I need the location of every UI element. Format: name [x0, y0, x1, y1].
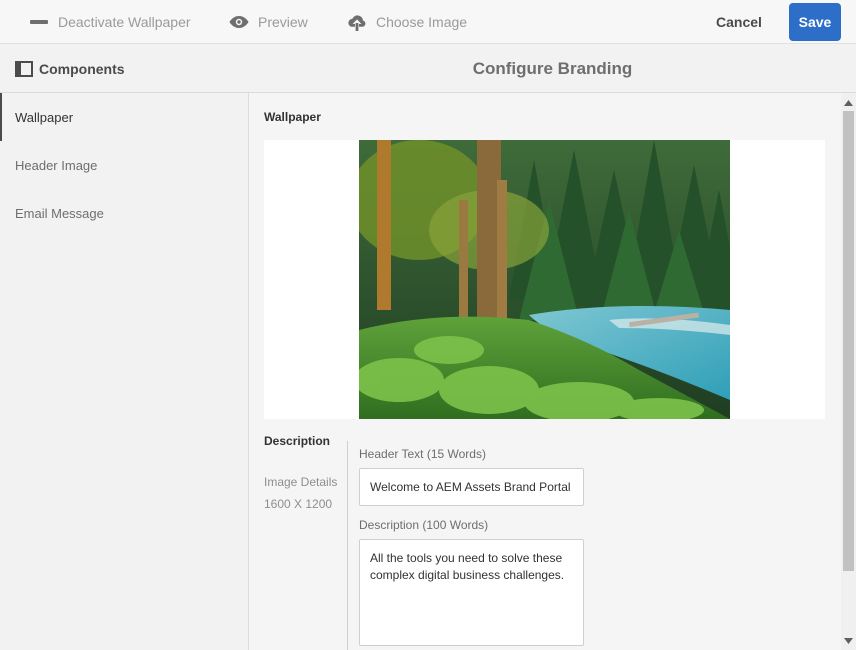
header-row: Components Configure Branding — [0, 44, 856, 93]
cancel-button[interactable]: Cancel — [716, 0, 762, 44]
choose-image-button[interactable]: Choose Image — [347, 0, 467, 44]
scrollbar[interactable] — [841, 93, 856, 650]
scroll-down-arrow-icon[interactable] — [841, 633, 856, 648]
header-text-label: Header Text (15 Words) — [359, 447, 486, 461]
sidebar-item-header-image[interactable]: Header Image — [0, 141, 248, 189]
main-panel: Wallpaper Description Image Details 1600… — [249, 93, 841, 650]
page-title: Configure Branding — [472, 58, 633, 78]
wallpaper-image — [359, 140, 730, 419]
description-field-label: Description (100 Words) — [359, 518, 489, 532]
sidebar-item-label: Wallpaper — [15, 109, 74, 125]
save-button[interactable]: Save — [789, 3, 841, 41]
image-details-label: Image Details — [264, 475, 338, 489]
eye-icon — [229, 12, 249, 32]
description-textarea[interactable]: All the tools you need to solve these co… — [359, 539, 584, 646]
section-title: Wallpaper — [264, 110, 321, 124]
preview-button[interactable]: Preview — [229, 0, 308, 44]
components-toggle[interactable]: Components — [15, 44, 125, 93]
header-text-input[interactable] — [359, 468, 584, 506]
preview-label: Preview — [258, 14, 308, 30]
sidebar-item-email-message[interactable]: Email Message — [0, 189, 248, 237]
components-label: Components — [39, 60, 125, 77]
choose-image-label: Choose Image — [376, 14, 468, 30]
deactivate-wallpaper-label: Deactivate Wallpaper — [58, 14, 191, 30]
divider — [347, 441, 348, 650]
panel-icon — [15, 60, 33, 77]
sidebar-item-wallpaper[interactable]: Wallpaper — [0, 93, 248, 141]
sidebar-item-label: Email Message — [15, 205, 104, 221]
scroll-thumb[interactable] — [843, 111, 854, 571]
deactivate-wallpaper-button[interactable]: Deactivate Wallpaper — [29, 0, 191, 44]
image-details-value: 1600 X 1200 — [264, 497, 333, 511]
sidebar-item-label: Header Image — [15, 157, 98, 173]
scroll-up-arrow-icon[interactable] — [841, 95, 856, 110]
upload-cloud-icon — [347, 12, 367, 32]
action-bar: Deactivate Wallpaper Preview Choose Imag… — [0, 0, 856, 44]
sidebar: Wallpaper Header Image Email Message — [0, 93, 249, 650]
description-heading: Description — [264, 434, 331, 448]
wallpaper-preview-frame — [264, 140, 825, 419]
minus-icon — [29, 12, 49, 32]
